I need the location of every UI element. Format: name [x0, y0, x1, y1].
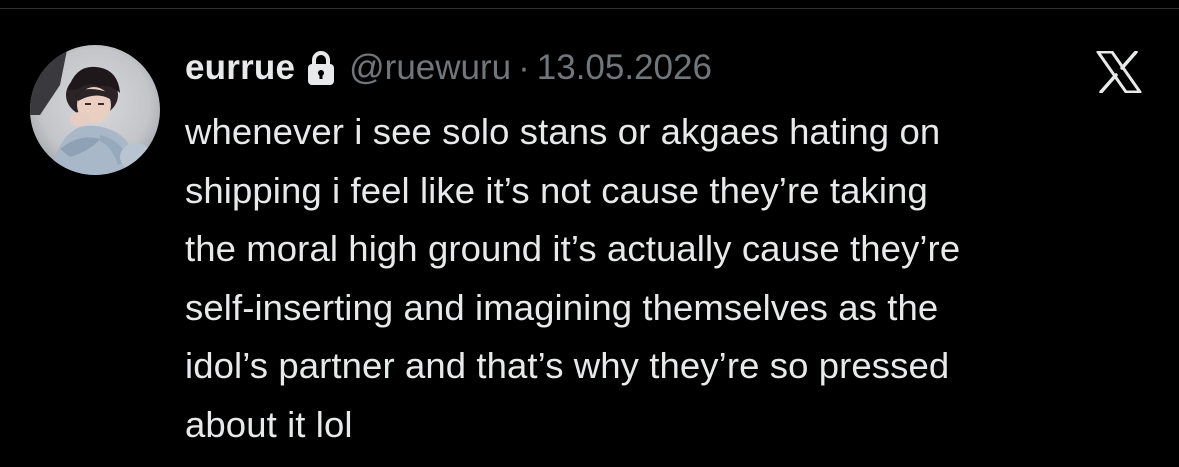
user-handle[interactable]: @ruewuru [349, 48, 511, 88]
display-name[interactable]: eurrue [185, 48, 295, 88]
avatar[interactable] [30, 45, 160, 175]
tweet-card[interactable]: eurrue @ruewuru · 13.05.2026 whenever i … [0, 10, 1179, 467]
tweet-text-line: self-inserting and imagining themselves … [185, 286, 939, 328]
top-divider [0, 0, 1179, 9]
tweet-date[interactable]: 13.05.2026 [537, 48, 712, 88]
tweet-text-line: about it lol [185, 403, 353, 445]
tweet-text-line: whenever i see solo stans or akgaes hati… [185, 111, 941, 152]
avatar-image [30, 45, 160, 175]
tweet-text-line: idol’s partner and that’s why they’re so… [185, 345, 950, 386]
tweet-text-line: shipping i feel like it’s not cause they… [185, 169, 928, 211]
tweet-text: whenever i see solo stans or akgaes hati… [185, 103, 1160, 454]
tweet-text-line: the moral high ground it’s actually caus… [185, 228, 961, 269]
lock-icon [305, 49, 337, 87]
tweet-header: eurrue @ruewuru · 13.05.2026 [185, 46, 712, 90]
separator-dot: · [518, 48, 530, 87]
x-logo-icon [1096, 50, 1142, 94]
